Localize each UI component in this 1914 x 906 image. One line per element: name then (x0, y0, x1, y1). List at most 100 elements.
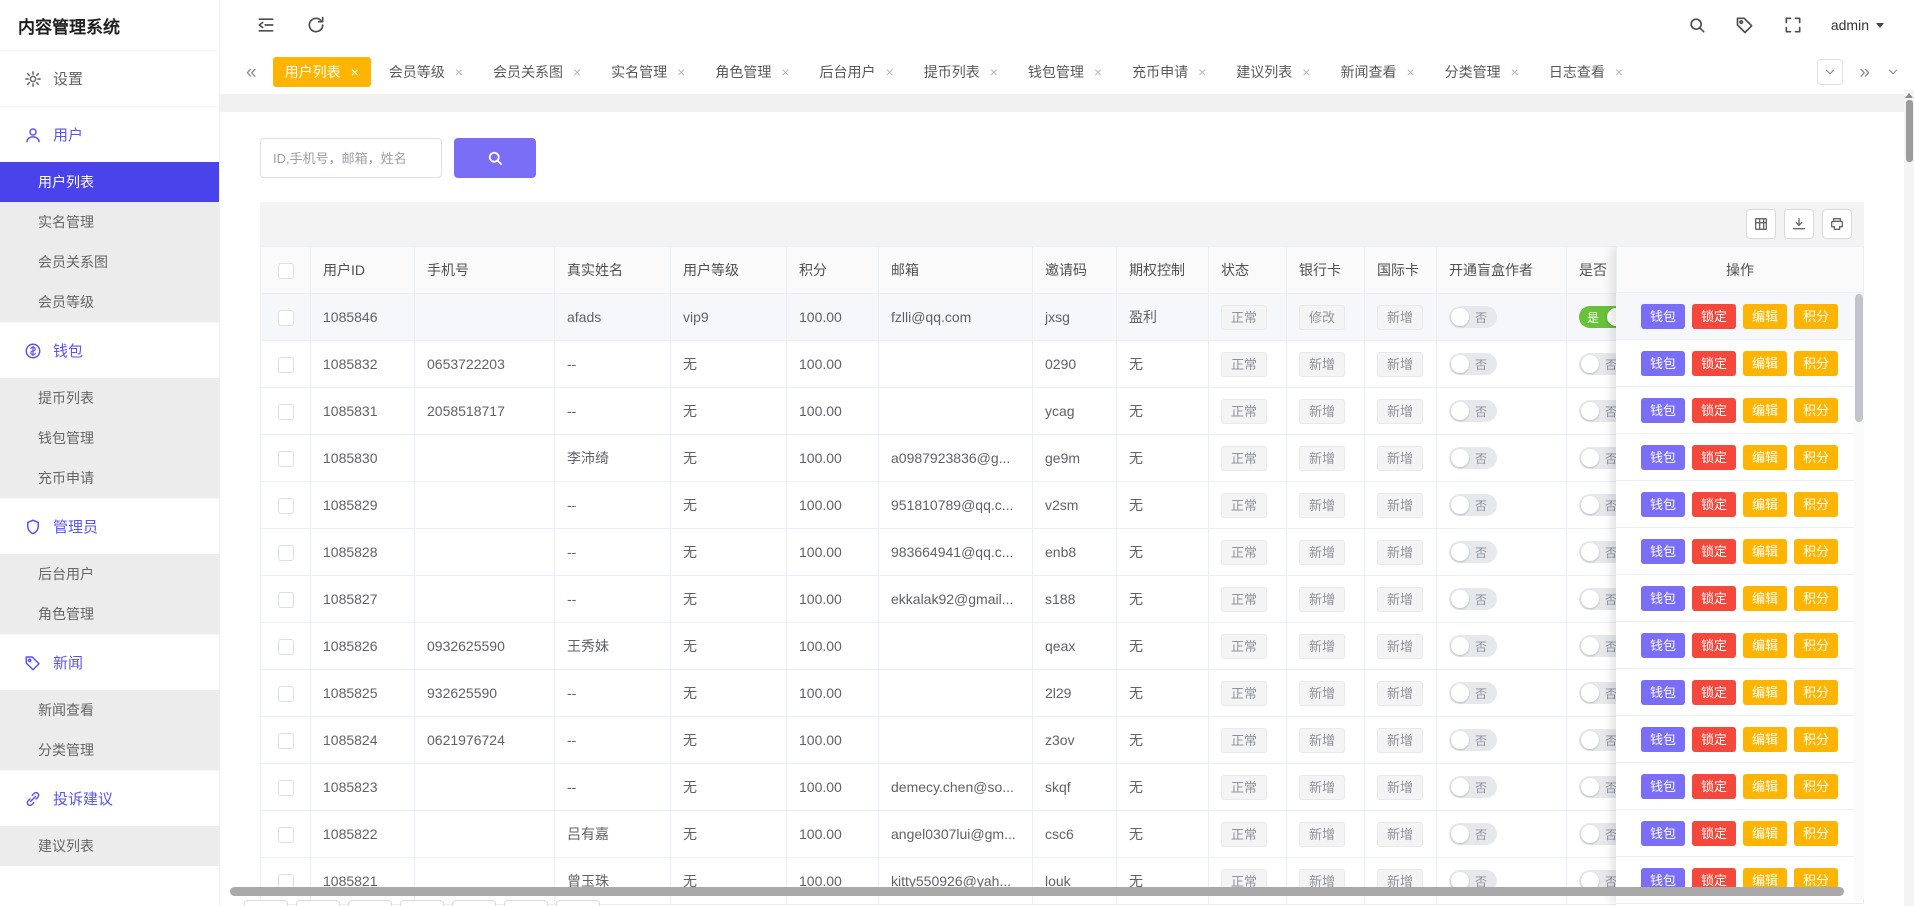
search-input[interactable] (260, 138, 442, 178)
page-scroll-thumb[interactable] (1906, 100, 1913, 162)
intl-card-button[interactable]: 新增 (1377, 446, 1423, 471)
lock-button[interactable]: 锁定 (1692, 539, 1736, 564)
status-badge[interactable]: 正常 (1221, 446, 1267, 471)
official-switch[interactable]: 否 (1579, 635, 1616, 657)
author-switch[interactable]: 否 (1449, 494, 1497, 516)
user-menu[interactable]: admin (1831, 17, 1884, 33)
sidebar-item-wallet-admin[interactable]: 钱包管理 (0, 418, 219, 458)
tabs-dropdown-button[interactable] (1817, 59, 1843, 85)
row-checkbox[interactable] (278, 686, 294, 702)
tab-close-icon[interactable]: × (1406, 65, 1414, 79)
sidebar-item-backend-users[interactable]: 后台用户 (0, 554, 219, 594)
fullscreen-icon[interactable] (1783, 15, 1803, 35)
lock-button[interactable]: 锁定 (1692, 727, 1736, 752)
print-button[interactable] (1822, 209, 1852, 239)
page-scrollbar[interactable] (1904, 90, 1914, 906)
tab-category-admin[interactable]: 分类管理× (1433, 57, 1531, 87)
tab-log-view[interactable]: 日志查看× (1537, 57, 1635, 87)
bank-card-button[interactable]: 新增 (1299, 634, 1345, 659)
lock-button[interactable]: 锁定 (1692, 680, 1736, 705)
author-switch[interactable]: 否 (1449, 353, 1497, 375)
wallet-button[interactable]: 钱包 (1641, 727, 1685, 752)
sidebar-item-suggest-list[interactable]: 建议列表 (0, 826, 219, 866)
tab-deposit-apply[interactable]: 充币申请× (1120, 57, 1218, 87)
status-badge[interactable]: 正常 (1221, 634, 1267, 659)
sidebar-section-users[interactable]: 用户 (0, 106, 219, 162)
bank-card-button[interactable]: 新增 (1299, 775, 1345, 800)
wallet-button[interactable]: 钱包 (1641, 304, 1685, 329)
official-switch[interactable]: 否 (1579, 400, 1616, 422)
tab-wallet-admin[interactable]: 钱包管理× (1016, 57, 1114, 87)
bank-card-button[interactable]: 新增 (1299, 822, 1345, 847)
tab-close-icon[interactable]: × (1511, 65, 1519, 79)
status-badge[interactable]: 正常 (1221, 305, 1267, 330)
row-checkbox[interactable] (278, 451, 294, 467)
row-checkbox[interactable] (278, 639, 294, 655)
edit-button[interactable]: 编辑 (1743, 680, 1787, 705)
tab-backend-users[interactable]: 后台用户× (808, 57, 906, 87)
wallet-button[interactable]: 钱包 (1641, 492, 1685, 517)
wallet-button[interactable]: 钱包 (1641, 398, 1685, 423)
sidebar-item-user-list[interactable]: 用户列表 (0, 162, 219, 202)
search-icon[interactable] (1687, 15, 1707, 35)
menu-fold-icon[interactable] (256, 15, 276, 35)
tabs-scroll-left-icon[interactable]: « (240, 63, 263, 82)
author-switch[interactable]: 否 (1449, 306, 1497, 328)
lock-button[interactable]: 锁定 (1692, 586, 1736, 611)
sidebar-item-news-view[interactable]: 新闻查看 (0, 690, 219, 730)
points-button[interactable]: 积分 (1794, 351, 1838, 376)
row-checkbox[interactable] (278, 545, 294, 561)
edit-button[interactable]: 编辑 (1743, 445, 1787, 470)
tab-news-view[interactable]: 新闻查看× (1328, 57, 1426, 87)
author-switch[interactable]: 否 (1449, 682, 1497, 704)
tab-close-icon[interactable]: × (677, 65, 685, 79)
author-switch[interactable]: 否 (1449, 588, 1497, 610)
columns-filter-button[interactable] (1746, 209, 1776, 239)
row-checkbox[interactable] (278, 498, 294, 514)
bank-card-button[interactable]: 修改 (1299, 305, 1345, 330)
points-button[interactable]: 积分 (1794, 492, 1838, 517)
sidebar-section-wallet[interactable]: 钱包 (0, 322, 219, 378)
sidebar-item-deposit-apply[interactable]: 充币申请 (0, 458, 219, 498)
intl-card-button[interactable]: 新增 (1377, 728, 1423, 753)
points-button[interactable]: 积分 (1794, 727, 1838, 752)
edit-button[interactable]: 编辑 (1743, 304, 1787, 329)
bank-card-button[interactable]: 新增 (1299, 681, 1345, 706)
wallet-button[interactable]: 钱包 (1641, 821, 1685, 846)
author-switch[interactable]: 否 (1449, 447, 1497, 469)
scroll-up-arrow-icon[interactable] (1905, 93, 1913, 98)
intl-card-button[interactable]: 新增 (1377, 634, 1423, 659)
pagination-button[interactable] (556, 900, 600, 906)
author-switch[interactable]: 否 (1449, 400, 1497, 422)
row-checkbox[interactable] (278, 827, 294, 843)
status-badge[interactable]: 正常 (1221, 587, 1267, 612)
points-button[interactable]: 积分 (1794, 398, 1838, 423)
edit-button[interactable]: 编辑 (1743, 586, 1787, 611)
intl-card-button[interactable]: 新增 (1377, 587, 1423, 612)
tab-close-icon[interactable]: × (1198, 65, 1206, 79)
bank-card-button[interactable]: 新增 (1299, 540, 1345, 565)
status-badge[interactable]: 正常 (1221, 540, 1267, 565)
status-badge[interactable]: 正常 (1221, 493, 1267, 518)
vertical-scroll-thumb[interactable] (1855, 294, 1863, 422)
row-checkbox[interactable] (278, 733, 294, 749)
sidebar-item-member-level[interactable]: 会员等级 (0, 282, 219, 322)
refresh-icon[interactable] (306, 15, 326, 35)
tab-close-icon[interactable]: × (781, 65, 789, 79)
intl-card-button[interactable]: 新增 (1377, 352, 1423, 377)
row-checkbox[interactable] (278, 592, 294, 608)
status-badge[interactable]: 正常 (1221, 399, 1267, 424)
points-button[interactable]: 积分 (1794, 445, 1838, 470)
tab-close-icon[interactable]: × (1094, 65, 1102, 79)
status-badge[interactable]: 正常 (1221, 352, 1267, 377)
wallet-button[interactable]: 钱包 (1641, 586, 1685, 611)
horizontal-scrollbar[interactable] (230, 887, 1844, 896)
tab-close-icon[interactable]: × (990, 65, 998, 79)
points-button[interactable]: 积分 (1794, 304, 1838, 329)
tab-member-graph[interactable]: 会员关系图× (481, 57, 593, 87)
official-switch[interactable]: 是 (1579, 306, 1616, 328)
lock-button[interactable]: 锁定 (1692, 351, 1736, 376)
points-button[interactable]: 积分 (1794, 633, 1838, 658)
intl-card-button[interactable]: 新增 (1377, 681, 1423, 706)
tab-close-icon[interactable]: × (1615, 65, 1623, 79)
